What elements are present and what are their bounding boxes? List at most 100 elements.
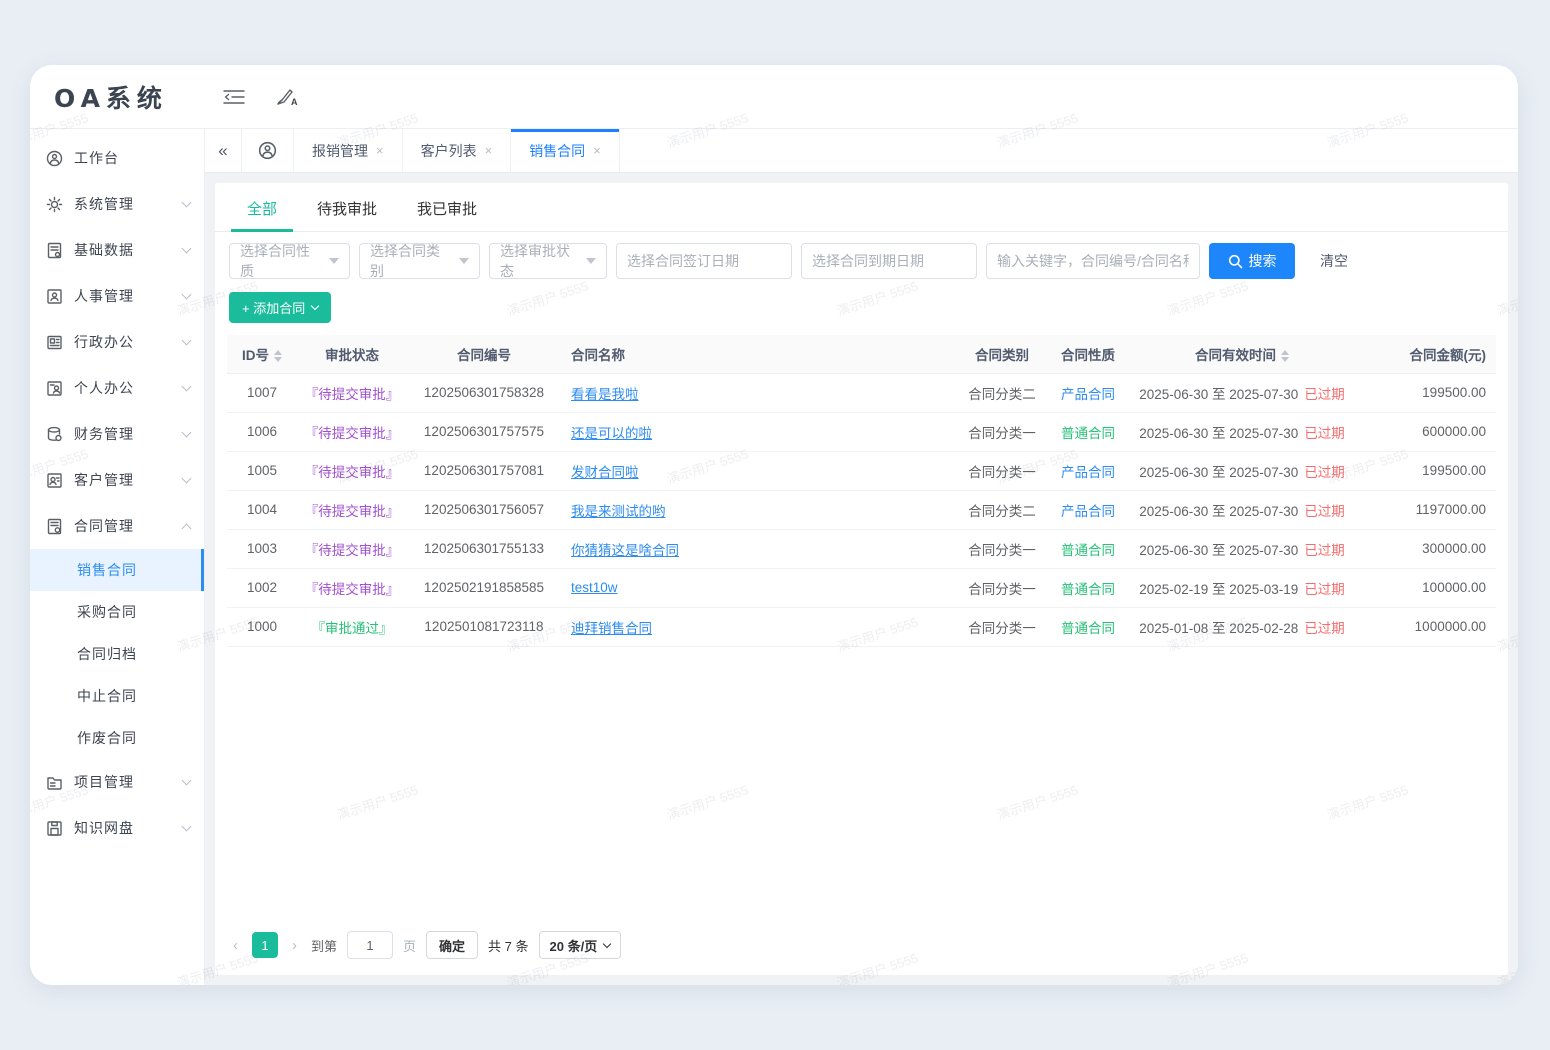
page-size-select[interactable]: 20 条/页 (539, 931, 622, 959)
confirm-button[interactable]: 确定 (426, 931, 478, 959)
close-icon[interactable]: × (593, 143, 601, 158)
sidebar-item-purchase-contract[interactable]: 采购合同 (30, 591, 204, 633)
col-category: 合同类别 (954, 335, 1050, 373)
col-contract-name: 合同名称 (561, 335, 954, 373)
search-label: 搜索 (1249, 251, 1277, 271)
cell-contract-no: 1202506301756057 (407, 490, 561, 529)
prev-page-icon[interactable]: ‹ (229, 937, 242, 954)
cell-status: 『待提交审批』 (297, 451, 407, 490)
cell-valid-time: 2025-06-30 至 2025-07-30已过期 (1126, 529, 1358, 568)
keyword-input[interactable] (997, 253, 1189, 269)
gear-icon (46, 196, 63, 213)
sign-date-picker[interactable]: 选择合同签订日期 (616, 243, 792, 279)
cell-nature: 产品合同 (1050, 451, 1126, 490)
cell-nature: 普通合同 (1050, 412, 1126, 451)
contract-name-link[interactable]: 迪拜销售合同 (571, 621, 652, 636)
cell-valid-time: 2025-02-19 至 2025-03-19已过期 (1126, 568, 1358, 607)
disk-icon (46, 820, 63, 837)
contract-name-link[interactable]: 发财合同啦 (571, 465, 639, 480)
table-row: 1003 『待提交审批』 1202506301755133 你猜猜这是啥合同 合… (227, 529, 1496, 568)
cell-id: 1006 (227, 412, 297, 451)
tabs-collapse-button[interactable]: « (205, 129, 242, 172)
contract-name-link[interactable]: 你猜猜这是啥合同 (571, 543, 679, 558)
chevron-down-icon (311, 302, 319, 310)
tab-customer-list[interactable]: 客户列表 × (403, 129, 512, 172)
clear-button[interactable]: 清空 (1320, 251, 1348, 271)
database-icon (46, 426, 63, 443)
sidebar-item-label: 工作台 (74, 148, 190, 168)
sidebar-item-contract-void[interactable]: 作废合同 (30, 717, 204, 759)
contract-name-link[interactable]: 看看是我啦 (571, 387, 639, 402)
tab-sales-contract[interactable]: 销售合同 × (511, 129, 620, 172)
approve-status-select[interactable]: 选择审批状态 (489, 243, 607, 279)
sidebar-item-knowledge[interactable]: 知识网盘 (30, 805, 204, 851)
sidebar-item-finance[interactable]: 财务管理 (30, 411, 204, 457)
next-page-icon[interactable]: › (288, 937, 301, 954)
cell-nature: 普通合同 (1050, 568, 1126, 607)
sidebar-item-admin[interactable]: 行政办公 (30, 319, 204, 365)
sidebar-item-system[interactable]: 系统管理 (30, 181, 204, 227)
contract-name-link[interactable]: 我是来测试的哟 (571, 504, 666, 519)
page-number-button[interactable]: 1 (252, 932, 278, 958)
cell-category: 合同分类一 (954, 568, 1050, 607)
expired-badge: 已过期 (1304, 543, 1345, 558)
tab-bar: « 报销管理 × 客户列表 × 销售合同 × (205, 129, 1518, 173)
close-icon[interactable]: × (376, 143, 384, 158)
cell-id: 1003 (227, 529, 297, 568)
sidebar-item-sales-contract[interactable]: 销售合同 (30, 549, 204, 591)
cell-id: 1000 (227, 607, 297, 646)
col-amount: 合同金额(元) (1358, 335, 1496, 373)
date-placeholder: 选择合同到期日期 (812, 251, 924, 271)
sidebar-item-personal[interactable]: 个人办公 (30, 365, 204, 411)
cell-contract-no: 1202506301755133 (407, 529, 561, 568)
contract-name-link[interactable]: 还是可以的啦 (571, 426, 652, 441)
sidebar-item-workbench[interactable]: 工作台 (30, 135, 204, 181)
search-button[interactable]: 搜索 (1209, 243, 1295, 279)
sales-contract-panel: 全部 待我审批 我已审批 选择合同性质 选择合同类别 (215, 183, 1508, 975)
table-row: 1006 『待提交审批』 1202506301757575 还是可以的啦 合同分… (227, 412, 1496, 451)
sidebar-item-customer[interactable]: 客户管理 (30, 457, 204, 503)
page-size-value: 20 条/页 (550, 936, 598, 955)
sidebar-item-contract-archive[interactable]: 合同归档 (30, 633, 204, 675)
tab-expense[interactable]: 报销管理 × (294, 129, 403, 172)
cell-valid-time: 2025-06-30 至 2025-07-30已过期 (1126, 451, 1358, 490)
view-tab-approved[interactable]: 我已审批 (415, 183, 479, 231)
sidebar-item-project[interactable]: 项目管理 (30, 759, 204, 805)
contract-nature-select[interactable]: 选择合同性质 (229, 243, 350, 279)
contract-icon (46, 518, 63, 535)
theme-brush-icon[interactable]: A (275, 87, 298, 107)
contract-name-link[interactable]: test10w (571, 580, 618, 595)
sidebar-item-label: 个人办公 (74, 378, 183, 398)
cell-id: 1005 (227, 451, 297, 490)
col-status: 审批状态 (297, 335, 407, 373)
due-date-picker[interactable]: 选择合同到期日期 (801, 243, 977, 279)
cell-status: 『待提交审批』 (297, 412, 407, 451)
select-placeholder: 选择审批状态 (500, 241, 578, 281)
chevron-down-icon (182, 822, 192, 832)
col-id: ID号 (227, 335, 297, 373)
chevron-down-icon (182, 776, 192, 786)
collapse-sidebar-icon[interactable] (223, 88, 245, 106)
view-tab-all[interactable]: 全部 (245, 183, 279, 231)
sidebar-item-label: 知识网盘 (74, 818, 183, 838)
chevron-down-icon (182, 244, 192, 254)
cell-status: 『待提交审批』 (297, 490, 407, 529)
cell-contract-no: 1202506301757081 (407, 451, 561, 490)
cell-valid-time: 2025-06-30 至 2025-07-30已过期 (1126, 373, 1358, 412)
add-contract-button[interactable]: + 添加合同 (229, 292, 331, 323)
tab-home[interactable] (242, 129, 294, 172)
view-tab-pending[interactable]: 待我审批 (315, 183, 379, 231)
page-jump-input[interactable] (347, 931, 393, 959)
sidebar-item-hr[interactable]: 人事管理 (30, 273, 204, 319)
sidebar-item-contract-suspend[interactable]: 中止合同 (30, 675, 204, 717)
sidebar-item-basedata[interactable]: 基础数据 (30, 227, 204, 273)
sidebar-item-contract[interactable]: 合同管理 (30, 503, 204, 549)
sort-icon[interactable] (274, 350, 282, 362)
total-count: 共 7 条 (488, 936, 528, 955)
chevron-up-icon (182, 523, 192, 533)
sort-icon[interactable] (1281, 350, 1289, 362)
sub-item-label: 采购合同 (77, 602, 137, 622)
contract-category-select[interactable]: 选择合同类别 (359, 243, 480, 279)
close-icon[interactable]: × (485, 143, 493, 158)
table-row: 1007 『待提交审批』 1202506301758328 看看是我啦 合同分类… (227, 373, 1496, 412)
